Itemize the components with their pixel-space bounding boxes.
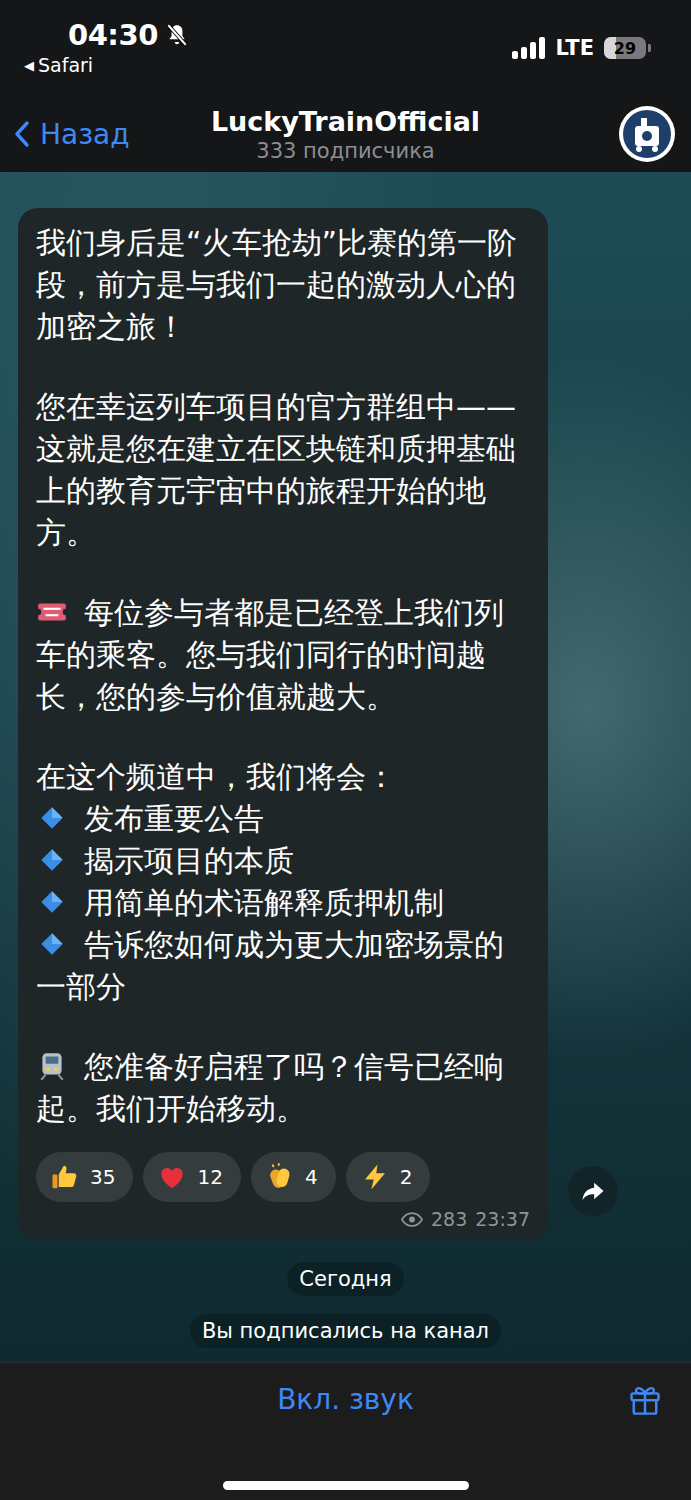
message-paragraph: 您在幸运列车项目的官方群组中——这就是您在建立在区块链和质押基础上的教育元宇宙中… [36, 386, 530, 554]
blue-diamond-icon [36, 928, 68, 960]
battery-body: 29 [604, 37, 646, 59]
message-paragraph: 您准备好启程了吗？信号已经响起。我们开始移动。 [36, 1046, 530, 1130]
signal-bar [530, 42, 536, 59]
chat-background: 我们身后是“火车抢劫”比赛的第一阶段，前方是与我们一起的激动人心的加密之旅！ 您在… [0, 172, 691, 1362]
message-bubble[interactable]: 我们身后是“火车抢劫”比赛的第一阶段，前方是与我们一起的激动人心的加密之旅！ 您在… [18, 208, 548, 1240]
signal-bar [521, 47, 527, 59]
reaction-count: 12 [197, 1165, 222, 1189]
bell-slash-icon [164, 22, 190, 48]
status-bar: 04:30 ◀ Safari LTE 29 [0, 0, 691, 96]
network-type: LTE [555, 36, 594, 60]
blue-diamond-icon [36, 844, 68, 876]
service-message: Вы подписались на канал [190, 1314, 501, 1348]
service-row: Вы подписались на канал [0, 1314, 691, 1348]
eye-icon [401, 1212, 423, 1227]
back-to-app[interactable]: ◀ Safari [24, 54, 190, 76]
date-separator: Сегодня [0, 1262, 691, 1296]
bottom-row: Вкл. звук [0, 1381, 691, 1417]
ticket-icon [36, 596, 68, 628]
reaction-count: 4 [305, 1165, 318, 1189]
list-item: 揭示项目的本质 [36, 840, 530, 882]
reaction-pill[interactable]: 4 [251, 1152, 336, 1202]
reaction-count: 35 [90, 1165, 115, 1189]
lightning-icon [360, 1162, 390, 1192]
forward-button[interactable] [568, 1166, 618, 1216]
channel-name: LuckyTrainOfficial [211, 106, 480, 137]
reaction-count: 2 [400, 1165, 413, 1189]
message-time: 23:37 [475, 1208, 530, 1230]
battery-icon: 29 [604, 37, 651, 59]
status-left: 04:30 ◀ Safari [24, 18, 190, 76]
subscriber-count: 333 подписчика [256, 139, 434, 163]
message-row: 我们身后是“火车抢劫”比赛的第一阶段，前方是与我们一起的激动人心的加密之旅！ 您在… [0, 208, 691, 1240]
list-title: 在这个频道中，我们将会： [36, 756, 530, 798]
signal-bar [512, 51, 518, 59]
signal-bar [539, 37, 545, 59]
signal-icon [512, 37, 545, 59]
battery-tip [648, 44, 651, 52]
blue-diamond-icon [36, 802, 68, 834]
back-app-label: Safari [38, 54, 93, 76]
channel-title[interactable]: LuckyTrainOfficial 333 подписчика [211, 106, 480, 163]
screen: 04:30 ◀ Safari LTE 29 Назад LuckyTrainOf… [0, 0, 691, 1500]
clap-icon [265, 1162, 295, 1192]
back-label: Назад [40, 118, 130, 151]
reactions: 35 12 4 2 [36, 1152, 530, 1202]
heart-icon [157, 1162, 187, 1192]
list-item: 告诉您如何成为更大加密场景的一部分 [36, 924, 530, 1008]
battery-level: 29 [614, 39, 636, 58]
avatar-container [480, 104, 677, 164]
message-paragraph: 每位参与者都是已经登上我们列车的乘客。您与我们同行的时间越长，您的参与价值就越大… [36, 592, 530, 718]
share-arrow-icon [579, 1177, 607, 1205]
reaction-pill[interactable]: 35 [36, 1152, 133, 1202]
message-paragraph: 我们身后是“火车抢劫”比赛的第一阶段，前方是与我们一起的激动人心的加密之旅！ [36, 222, 530, 348]
back-app-icon: ◀ [24, 58, 34, 73]
back-button[interactable]: Назад [14, 118, 211, 151]
nav-header: Назад LuckyTrainOfficial 333 подписчика [0, 96, 691, 172]
date-pill: Сегодня [287, 1262, 403, 1296]
list-item: 用简单的术语解释质押机制 [36, 882, 530, 924]
blue-diamond-icon [36, 886, 68, 918]
clock: 04:30 [68, 18, 158, 52]
time-row: 04:30 [24, 18, 190, 52]
train-logo-icon[interactable] [617, 104, 677, 164]
thumbs-up-icon [50, 1162, 80, 1192]
train-icon [36, 1050, 68, 1082]
chevron-left-icon [14, 120, 30, 148]
message-list: 在这个频道中，我们将会： 发布重要公告 揭示项目的本质 用简单的术语解释质押机制… [36, 756, 530, 1008]
bottom-bar: Вкл. звук [0, 1362, 691, 1500]
status-right: LTE 29 [512, 18, 651, 60]
gift-icon[interactable] [627, 1381, 663, 1417]
message-meta: 283 23:37 [36, 1208, 530, 1230]
view-count: 283 [431, 1208, 467, 1230]
list-item: 发布重要公告 [36, 798, 530, 840]
reaction-pill[interactable]: 12 [143, 1152, 240, 1202]
home-indicator [223, 1481, 469, 1490]
reaction-pill[interactable]: 2 [346, 1152, 431, 1202]
unmute-button[interactable]: Вкл. звук [277, 1383, 414, 1416]
